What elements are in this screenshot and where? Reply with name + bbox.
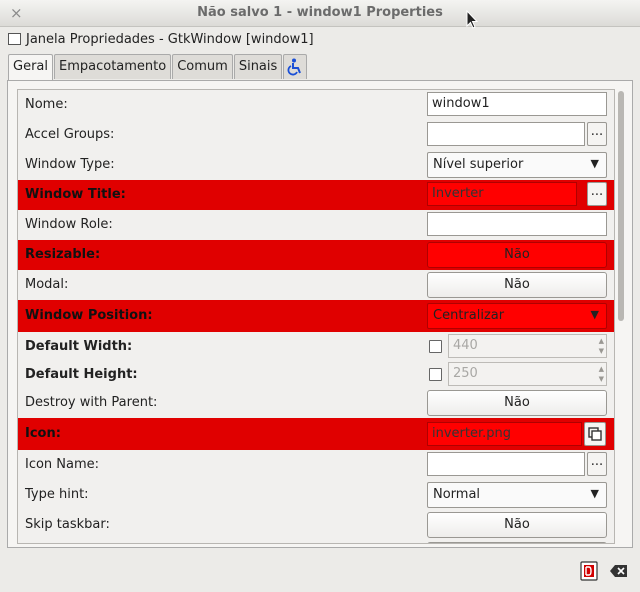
icon-name-edit-button[interactable]: ... (587, 452, 607, 476)
window-type-value: Nível superior (433, 157, 524, 172)
object-header-label: Janela Propriedades - GtkWindow [window1… (26, 31, 314, 47)
default-height-value: 250 (453, 366, 478, 381)
window-position-select[interactable]: Centralizar ▼ (427, 303, 607, 329)
property-label: Default Width: (25, 339, 133, 354)
property-row-window-title: Window Title: Inverter ... (18, 180, 614, 210)
partial-row-control[interactable] (427, 542, 607, 543)
icon-file-chooser-button[interactable] (584, 422, 606, 446)
property-label: Type hint: (25, 487, 89, 502)
tab-sinais[interactable]: Sinais (233, 54, 283, 79)
property-label: Modal: (25, 277, 69, 292)
property-row-icon: Icon: inverter.png (18, 418, 614, 450)
spin-up-icon[interactable]: ▲ (599, 337, 604, 345)
tab-bar: Geral Empacotamento Comum Sinais (8, 54, 308, 81)
spin-up-icon[interactable]: ▲ (599, 365, 604, 373)
property-row-type-hint: Type hint: Normal ▼ (18, 480, 614, 510)
property-row-window-role: Window Role: (18, 210, 614, 240)
property-label: Accel Groups: (25, 127, 115, 142)
window-role-input[interactable] (427, 212, 607, 236)
icon-file-input[interactable]: inverter.png (427, 422, 582, 446)
property-label: Icon: (25, 426, 61, 441)
spin-arrows[interactable]: ▲ ▼ (599, 336, 604, 356)
window-position-value: Centralizar (433, 308, 505, 323)
modal-toggle[interactable]: Não (427, 272, 607, 298)
window-type-select[interactable]: Nível superior ▼ (427, 152, 607, 178)
property-row-partial (18, 540, 614, 543)
properties-scrollbar[interactable] (617, 89, 625, 544)
mouse-cursor-icon (466, 10, 478, 29)
clear-button[interactable] (608, 560, 630, 582)
window-icon (8, 33, 21, 45)
property-label: Window Type: (25, 157, 115, 172)
type-hint-select[interactable]: Normal ▼ (427, 482, 607, 508)
property-label: Window Title: (25, 187, 126, 202)
default-width-checkbox[interactable] (429, 340, 442, 353)
chevron-down-icon: ▼ (590, 308, 599, 321)
window-titlebar: × Não salvo 1 - window1 Properties (0, 0, 640, 27)
properties-panel: Nome: window1 Accel Groups: ... Window T… (7, 80, 633, 548)
chevron-down-icon: ▼ (590, 157, 599, 170)
spin-down-icon[interactable]: ▼ (599, 347, 604, 355)
property-row-destroy-with-parent: Destroy with Parent: Não (18, 388, 614, 418)
property-row-icon-name: Icon Name: ... (18, 450, 614, 480)
debug-button[interactable] (578, 560, 600, 582)
property-row-default-height: Default Height: 250 ▲ ▼ (18, 360, 614, 390)
property-label: Window Role: (25, 217, 113, 232)
tab-comum[interactable]: Comum (172, 54, 233, 79)
properties-list: Nome: window1 Accel Groups: ... Window T… (17, 89, 615, 544)
spin-arrows[interactable]: ▲ ▼ (599, 364, 604, 384)
default-height-checkbox[interactable] (429, 368, 442, 381)
file-chooser-icon (588, 427, 602, 441)
property-row-skip-taskbar: Skip taskbar: Não (18, 510, 614, 540)
window-title: Não salvo 1 - window1 Properties (197, 5, 443, 20)
skip-taskbar-toggle[interactable]: Não (427, 512, 607, 538)
tab-geral[interactable]: Geral (8, 54, 53, 81)
property-label: Window Position: (25, 308, 153, 323)
property-row-window-type: Window Type: Nível superior ▼ (18, 150, 614, 180)
destroy-with-parent-toggle[interactable]: Não (427, 390, 607, 416)
tab-accessibility[interactable] (283, 54, 308, 79)
accel-groups-edit-button[interactable]: ... (587, 122, 607, 146)
property-label: Nome: (25, 97, 68, 112)
debug-icon (580, 561, 598, 581)
property-row-window-position: Window Position: Centralizar ▼ (18, 300, 614, 332)
clear-icon (610, 565, 627, 577)
property-row-default-width: Default Width: 440 ▲ ▼ (18, 332, 614, 362)
property-row-resizable: Resizable: Não (18, 240, 614, 270)
name-input[interactable]: window1 (427, 92, 607, 116)
spin-down-icon[interactable]: ▼ (599, 375, 604, 383)
accel-groups-input[interactable] (427, 122, 585, 146)
default-width-value: 440 (453, 338, 478, 353)
property-label: Destroy with Parent: (25, 395, 158, 410)
property-label: Icon Name: (25, 457, 100, 472)
scrollbar-thumb[interactable] (618, 91, 624, 321)
default-height-spinner[interactable]: 250 ▲ ▼ (448, 362, 607, 386)
property-row-name: Nome: window1 (18, 90, 614, 120)
tab-empacotamento[interactable]: Empacotamento (54, 54, 172, 79)
resizable-toggle[interactable]: Não (427, 242, 607, 268)
window-title-input[interactable]: Inverter (427, 182, 577, 206)
property-label: Default Height: (25, 367, 138, 382)
property-label: Resizable: (25, 247, 101, 262)
property-label: Skip taskbar: (25, 517, 110, 532)
window-title-edit-button[interactable]: ... (587, 182, 607, 206)
default-width-spinner[interactable]: 440 ▲ ▼ (448, 334, 607, 358)
accessibility-icon (287, 58, 302, 76)
property-row-accel-groups: Accel Groups: ... (18, 120, 614, 150)
property-row-modal: Modal: Não (18, 270, 614, 300)
icon-name-input[interactable] (427, 452, 585, 476)
chevron-down-icon: ▼ (590, 487, 599, 500)
object-header: Janela Propriedades - GtkWindow [window1… (8, 30, 314, 48)
type-hint-value: Normal (433, 487, 481, 502)
